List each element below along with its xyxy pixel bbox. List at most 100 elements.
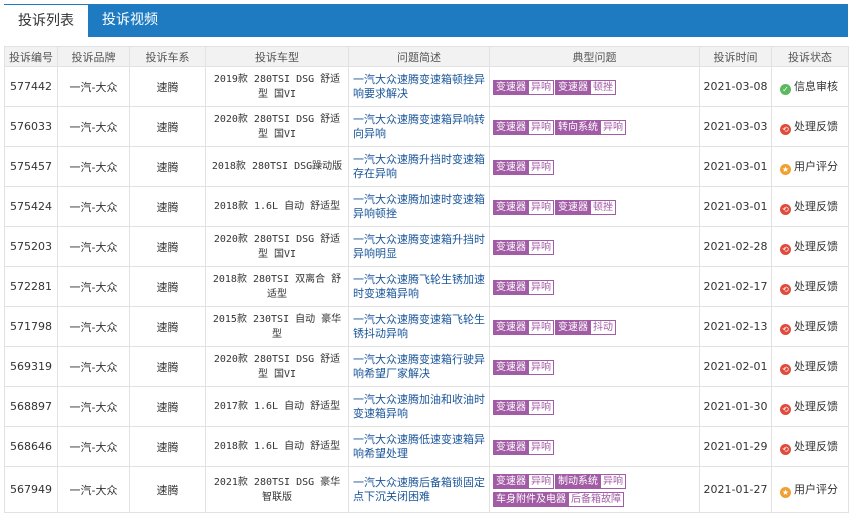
complaint-date: 2021-01-29 xyxy=(699,426,772,467)
feedback-icon: ⟲ xyxy=(780,244,791,255)
complaint-brand: 一汽-大众 xyxy=(57,186,130,227)
col-header-desc: 问题简述 xyxy=(348,46,490,67)
complaint-series: 速腾 xyxy=(129,306,206,347)
complaint-desc-link[interactable]: 一汽大众速腾变速箱顿挫异响要求解决 xyxy=(348,66,490,107)
complaint-desc-link[interactable]: 一汽大众速腾变速箱行驶异响希望厂家解决 xyxy=(348,346,490,387)
problem-tag[interactable]: 变速器 异响 xyxy=(493,439,554,455)
complaint-id: 572281 xyxy=(4,266,58,307)
complaint-date: 2021-02-28 xyxy=(699,226,772,267)
complaint-id: 569319 xyxy=(4,346,58,387)
complaint-status: ★ 用户评分 xyxy=(771,146,849,187)
complaint-desc-link[interactable]: 一汽大众速腾变速箱异响转向异响 xyxy=(348,106,490,147)
complaint-series: 速腾 xyxy=(129,386,206,427)
complaint-model: 2019款 280TSI DSG 舒适型 国VI xyxy=(205,66,349,107)
table-row: 575203 一汽-大众 速腾 2020款 280TSI DSG 舒适型 国VI 一汽大… xyxy=(4,226,849,267)
problem-tag-category: 转向系统 xyxy=(558,121,598,133)
problem-tag-detail: 异响 xyxy=(528,440,553,454)
complaint-desc-link[interactable]: 一汽大众速腾加油和收油时变速箱异响 xyxy=(348,386,490,427)
status-label: 处理反馈 xyxy=(794,280,838,293)
problem-tags: 变速器 异响 xyxy=(489,266,700,307)
complaint-id: 577442 xyxy=(4,66,58,107)
problem-tag[interactable]: 变速器 异响 xyxy=(493,199,554,215)
problem-tag[interactable]: 变速器 抖动 xyxy=(555,319,616,335)
col-header-brand: 投诉品牌 xyxy=(57,46,130,67)
complaint-status: ⟲ 处理反馈 xyxy=(771,346,849,387)
complaint-desc-link[interactable]: 一汽大众速腾后备箱锁固定点下沉关闭困难 xyxy=(348,466,490,513)
complaint-desc-link[interactable]: 一汽大众速腾加速时变速箱异响顿挫 xyxy=(348,186,490,227)
problem-tag[interactable]: 变速器 异响 xyxy=(493,319,554,335)
problem-tag-category: 变速器 xyxy=(496,441,526,453)
problem-tag[interactable]: 变速器 顿挫 xyxy=(555,79,616,95)
problem-tags: 变速器 异响 转向系统 异响 xyxy=(489,106,700,147)
complaint-model: 2021款 280TSI DSG 豪华智联版 xyxy=(205,466,349,513)
problem-tag[interactable]: 变速器 异响 xyxy=(493,119,554,135)
feedback-icon: ⟲ xyxy=(780,404,791,415)
complaint-desc-link[interactable]: 一汽大众速腾飞轮生锈加速时变速箱异响 xyxy=(348,266,490,307)
complaint-series: 速腾 xyxy=(129,106,206,147)
feedback-icon: ⟲ xyxy=(780,444,791,455)
complaint-series: 速腾 xyxy=(129,226,206,267)
problem-tag-category: 变速器 xyxy=(496,281,526,293)
problem-tag-detail: 异响 xyxy=(600,474,625,488)
tab-bar: 投诉列表 投诉视频 xyxy=(4,4,848,38)
col-header-id: 投诉编号 xyxy=(4,46,58,67)
problem-tag-detail: 异响 xyxy=(528,280,553,294)
problem-tag[interactable]: 变速器 顿挫 xyxy=(555,199,616,215)
status-label: 处理反馈 xyxy=(794,360,838,373)
complaint-id: 567949 xyxy=(4,466,58,513)
problem-tag-detail: 异响 xyxy=(528,320,553,334)
problem-tag[interactable]: 变速器 异响 xyxy=(493,159,554,175)
problem-tag-category: 变速器 xyxy=(496,361,526,373)
complaint-model: 2018款 280TSI DSG躁动版 xyxy=(205,146,349,187)
problem-tag[interactable]: 变速器 异响 xyxy=(493,473,554,489)
complaint-status: ⟲ 处理反馈 xyxy=(771,306,849,347)
problem-tag[interactable]: 变速器 异响 xyxy=(493,359,554,375)
problem-tag-detail: 异响 xyxy=(600,120,625,134)
table-row: 571798 一汽-大众 速腾 2015款 230TSI 自动 豪华型 一汽大众速腾变速… xyxy=(4,306,849,347)
problem-tag[interactable]: 转向系统 异响 xyxy=(555,119,626,135)
problem-tag-category: 制动系统 xyxy=(558,475,598,487)
col-header-series: 投诉车系 xyxy=(129,46,206,67)
complaint-brand: 一汽-大众 xyxy=(57,66,130,107)
problem-tag[interactable]: 变速器 异响 xyxy=(493,79,554,95)
complaint-model: 2017款 1.6L 自动 舒适型 xyxy=(205,386,349,427)
complaint-status: ⟲ 处理反馈 xyxy=(771,426,849,467)
complaint-status: ★ 用户评分 xyxy=(771,466,849,513)
problem-tag-category: 变速器 xyxy=(558,321,588,333)
problem-tag-detail: 异响 xyxy=(528,360,553,374)
tab-complaint-video[interactable]: 投诉视频 xyxy=(88,4,172,37)
problem-tag-category: 变速器 xyxy=(496,201,526,213)
complaint-id: 575203 xyxy=(4,226,58,267)
complaint-id: 576033 xyxy=(4,106,58,147)
complaint-desc-link[interactable]: 一汽大众速腾低速变速箱异响希望处理 xyxy=(348,426,490,467)
status-label: 处理反馈 xyxy=(794,240,838,253)
table-row: 576033 一汽-大众 速腾 2020款 280TSI DSG 舒适型 国VI 一汽大… xyxy=(4,106,849,147)
complaint-desc-link[interactable]: 一汽大众速腾变速箱飞轮生锈抖动异响 xyxy=(348,306,490,347)
problem-tag[interactable]: 变速器 异响 xyxy=(493,279,554,295)
problem-tag[interactable]: 变速器 异响 xyxy=(493,399,554,415)
problem-tag[interactable]: 变速器 异响 xyxy=(493,239,554,255)
problem-tags: 变速器 异响 xyxy=(489,386,700,427)
problem-tag[interactable]: 制动系统 异响 xyxy=(555,473,626,489)
tab-complaint-list[interactable]: 投诉列表 xyxy=(4,4,88,38)
problem-tag[interactable]: 车身附件及电器 后备箱故障 xyxy=(493,491,624,507)
problem-tag-category: 变速器 xyxy=(496,321,526,333)
complaint-date: 2021-03-01 xyxy=(699,186,772,227)
problem-tag-category: 变速器 xyxy=(496,475,526,487)
table-row: 577442 一汽-大众 速腾 2019款 280TSI DSG 舒适型 国VI 一汽大… xyxy=(4,66,849,107)
complaint-model: 2020款 280TSI DSG 舒适型 国VI xyxy=(205,226,349,267)
feedback-icon: ⟲ xyxy=(780,284,791,295)
complaint-id: 575457 xyxy=(4,146,58,187)
complaint-date: 2021-02-13 xyxy=(699,306,772,347)
complaint-desc-link[interactable]: 一汽大众速腾变速箱升挡时异响明显 xyxy=(348,226,490,267)
feedback-icon: ⟲ xyxy=(780,364,791,375)
complaint-desc-link[interactable]: 一汽大众速腾升挡时变速箱存在异响 xyxy=(348,146,490,187)
status-label: 用户评分 xyxy=(794,483,838,496)
problem-tag-detail: 异响 xyxy=(528,400,553,414)
problem-tag-detail: 异响 xyxy=(528,474,553,488)
complaint-date: 2021-03-03 xyxy=(699,106,772,147)
complaint-date: 2021-03-08 xyxy=(699,66,772,107)
table-header-row: 投诉编号 投诉品牌 投诉车系 投诉车型 问题简述 典型问题 投诉时间 投诉状态 xyxy=(4,46,849,67)
complaint-model: 2018款 1.6L 自动 舒适型 xyxy=(205,186,349,227)
complaint-model: 2015款 230TSI 自动 豪华型 xyxy=(205,306,349,347)
